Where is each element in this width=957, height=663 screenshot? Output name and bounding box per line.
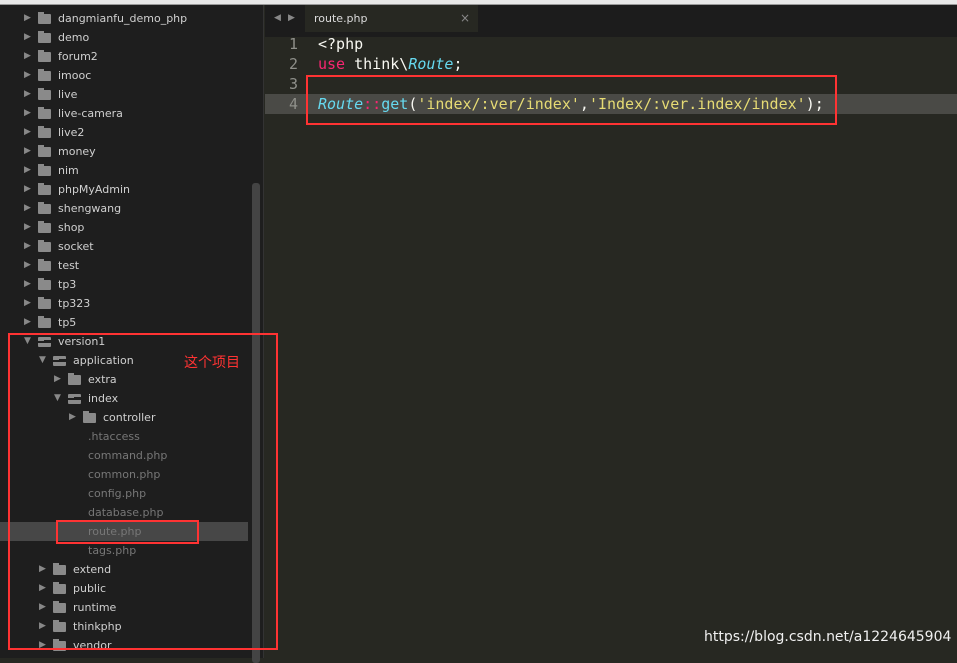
folder-icon (38, 12, 51, 24)
folder-icon (38, 240, 51, 252)
folder-icon (38, 164, 51, 176)
collapsed-arrow-icon[interactable]: ▶ (24, 199, 31, 218)
tab-route-php[interactable]: route.php × (305, 5, 478, 32)
tree-item[interactable]: ▶ live-camera (0, 104, 248, 123)
tree-item-label: socket (58, 240, 94, 253)
collapsed-arrow-icon[interactable]: ▶ (24, 180, 31, 199)
tab-next-icon[interactable]: ▶ (288, 13, 295, 23)
tree-item-label: tp3 (58, 278, 77, 291)
collapsed-arrow-icon[interactable]: ▶ (24, 123, 31, 142)
code-editor[interactable]: 1 <?php 2 use think\Route; 3 4 Route::get('… (265, 35, 957, 658)
tree-item-label: nim (58, 164, 79, 177)
tree-item-label: live2 (58, 126, 85, 139)
folder-icon (38, 278, 51, 290)
annotation-text: 这个项目 (184, 355, 240, 371)
collapsed-arrow-icon[interactable]: ▶ (24, 161, 31, 180)
tree-item-label: live-camera (58, 107, 123, 120)
tree-item-label: money (58, 145, 96, 158)
tree-item[interactable]: ▶ forum2 (0, 47, 248, 66)
tree-item[interactable]: ▶ money (0, 142, 248, 161)
tree-item[interactable]: ▶ dangmianfu_demo_php (0, 9, 248, 28)
tree-item-label: demo (58, 31, 90, 44)
tree-item[interactable]: ▶ tp323 (0, 294, 248, 313)
collapsed-arrow-icon[interactable]: ▶ (24, 275, 31, 294)
tab-title: route.php (314, 12, 368, 25)
folder-icon (38, 107, 51, 119)
folder-icon (38, 221, 51, 233)
collapsed-arrow-icon[interactable]: ▶ (24, 142, 31, 161)
tree-item[interactable]: ▶ live (0, 85, 248, 104)
folder-icon (38, 259, 51, 271)
tree-item-label: dangmianfu_demo_php (58, 12, 188, 25)
folder-icon (38, 69, 51, 81)
tree-item-label: shengwang (58, 202, 122, 215)
tree-item[interactable]: ▶ shengwang (0, 199, 248, 218)
tree-item[interactable]: ▶ nim (0, 161, 248, 180)
close-icon[interactable]: × (460, 5, 470, 32)
tree-item[interactable]: ▶ test (0, 256, 248, 275)
tree-item-label: live (58, 88, 78, 101)
folder-icon (38, 145, 51, 157)
tree-item-label: forum2 (58, 50, 98, 63)
tree-item-label: shop (58, 221, 85, 234)
collapsed-arrow-icon[interactable]: ▶ (24, 28, 31, 47)
code-line-1: 1 <?php (288, 35, 364, 53)
collapsed-arrow-icon[interactable]: ▶ (24, 313, 31, 332)
tree-item-label: imooc (58, 69, 92, 82)
collapsed-arrow-icon[interactable]: ▶ (24, 256, 31, 275)
code-highlight-box (306, 75, 837, 125)
tree-item[interactable]: ▶ demo (0, 28, 248, 47)
folder-icon (38, 31, 51, 43)
folder-icon (38, 88, 51, 100)
tree-item[interactable]: ▶ imooc (0, 66, 248, 85)
tree-item[interactable]: ▶ phpMyAdmin (0, 180, 248, 199)
collapsed-arrow-icon[interactable]: ▶ (24, 85, 31, 104)
file-highlight-box (56, 520, 199, 544)
folder-icon (38, 297, 51, 309)
tree-item[interactable]: ▶ shop (0, 218, 248, 237)
tree-item-label: test (58, 259, 80, 272)
tree-item[interactable]: ▶ tp3 (0, 275, 248, 294)
collapsed-arrow-icon[interactable]: ▶ (24, 47, 31, 66)
tree-item-label: tp5 (58, 316, 77, 329)
tree-item[interactable]: ▶ socket (0, 237, 248, 256)
project-highlight-box (8, 333, 278, 650)
tree-item[interactable]: ▶ tp5 (0, 313, 248, 332)
collapsed-arrow-icon[interactable]: ▶ (24, 9, 31, 28)
folder-icon (38, 316, 51, 328)
folder-icon (38, 183, 51, 195)
folder-icon (38, 202, 51, 214)
folder-icon (38, 126, 51, 138)
collapsed-arrow-icon[interactable]: ▶ (24, 237, 31, 256)
collapsed-arrow-icon[interactable]: ▶ (24, 294, 31, 313)
tab-bar: ◀ ▶ route.php × (265, 5, 957, 37)
watermark: https://blog.csdn.net/a1224645904 (704, 629, 952, 645)
tree-item[interactable]: ▶ live2 (0, 123, 248, 142)
tab-prev-icon[interactable]: ◀ (274, 13, 281, 23)
collapsed-arrow-icon[interactable]: ▶ (24, 104, 31, 123)
code-line-2: 2 use think\Route; (288, 55, 463, 73)
tree-item-label: tp323 (58, 297, 91, 310)
collapsed-arrow-icon[interactable]: ▶ (24, 218, 31, 237)
tree-item-label: phpMyAdmin (58, 183, 130, 196)
collapsed-arrow-icon[interactable]: ▶ (24, 66, 31, 85)
folder-icon (38, 50, 51, 62)
